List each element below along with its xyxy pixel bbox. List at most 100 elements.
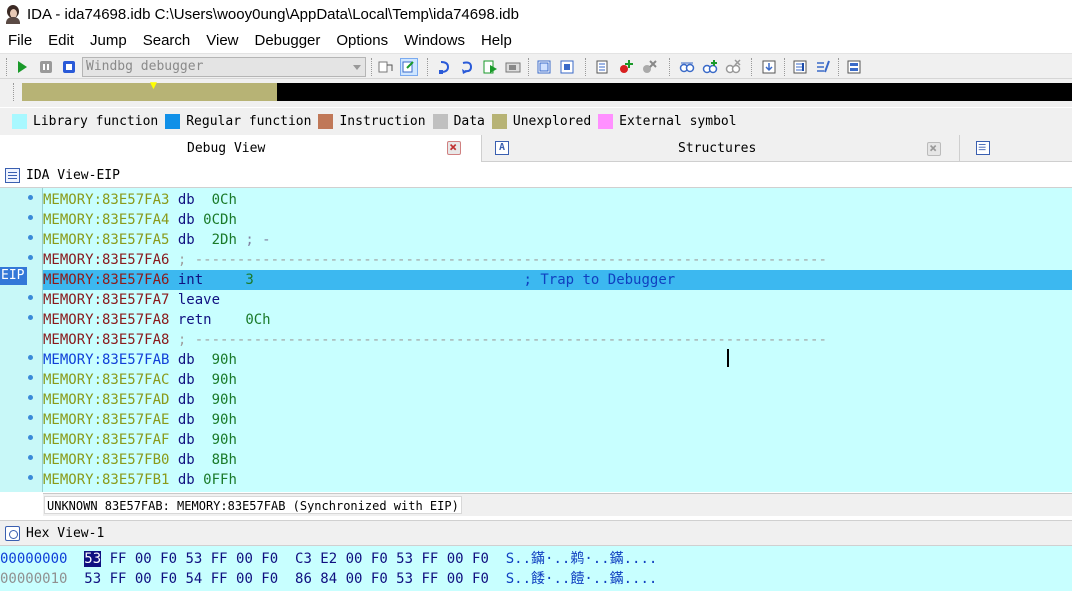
line-mnemonic: db [177,472,195,488]
line-operand: 90h [211,352,237,368]
toolbar-grip[interactable] [371,58,374,76]
line-marker [28,215,33,220]
hex-bytes[interactable]: FF 00 F0 53 FF 00 F0 C3 E2 00 F0 53 FF 0… [110,551,489,567]
hex-first-byte[interactable]: 53 [84,571,101,587]
hex-row[interactable]: 00000010 53 FF 00 F0 54 FF 00 F0 86 84 0… [0,569,657,589]
hex-bytes[interactable]: FF 00 F0 54 FF 00 F0 86 84 00 F0 53 FF 0… [110,571,489,587]
chevron-down-icon [353,65,361,70]
tracing-window-icon[interactable] [760,58,778,76]
legend-label: Instruction [339,114,426,129]
line-marker [28,235,33,240]
menu-debugger[interactable]: Debugger [247,28,329,53]
text-cursor [727,349,729,367]
toolbar-grip[interactable] [6,58,9,76]
legend-instruction: Instruction [318,114,426,129]
line-mnemonic: db [177,372,195,388]
menu-jump[interactable]: Jump [82,28,135,53]
line-address: MEMORY:83E57FB1 [43,472,170,488]
menu-view[interactable]: View [198,28,246,53]
listing-line[interactable]: MEMORY:83E57FAE db 90h [43,410,1072,430]
debugger-select[interactable]: Windbg debugger [82,57,366,77]
tab-debug-view[interactable]: Debug View [0,135,482,162]
toolbar-grip[interactable] [669,58,672,76]
navigator-empty-segment[interactable] [277,83,1072,101]
line-address: MEMORY:83E57FA5 [43,232,170,248]
step-into-icon[interactable] [377,58,395,76]
close-icon[interactable] [927,142,941,156]
tab-extra[interactable] [960,135,1072,162]
menu-edit[interactable]: Edit [40,28,82,53]
hex-ascii[interactable]: S..鏋·..鹈·..鏋.... [506,551,658,567]
hex-selected-byte[interactable]: 53 [84,551,102,567]
listing-line[interactable]: MEMORY:83E57FAF db 90h [43,430,1072,450]
breakpoint-list-icon[interactable] [504,58,522,76]
disassembly-gutter[interactable] [0,188,43,492]
stack-trace-icon[interactable] [845,58,863,76]
disassembly-status-line: UNKNOWN 83E57FAB: MEMORY:83E57FAB (Synch… [43,493,1072,516]
line-operand: 90h [211,432,237,448]
listing-line[interactable]: MEMORY:83E57FAD db 90h [43,390,1072,410]
listing-line[interactable]: MEMORY:83E57FA6 ; ----------------------… [43,250,1072,270]
trace-options-icon[interactable] [814,58,832,76]
line-marker [28,195,33,200]
tab-structures[interactable]: A Structures [482,135,960,162]
listing-line[interactable]: MEMORY:83E57FA4 db 0CDh [43,210,1072,230]
listing-line[interactable]: MEMORY:83E57FAC db 90h [43,370,1072,390]
toolbar-grip[interactable] [784,58,787,76]
legend-label: Data [453,114,485,129]
hex-row[interactable]: 00000000 53 FF 00 F0 53 FF 00 F0 C3 E2 0… [0,549,657,569]
listing-line[interactable]: MEMORY:83E57FA8 ; ----------------------… [43,330,1072,350]
delete-watch-icon[interactable] [640,58,658,76]
toolbar-grip[interactable] [838,58,841,76]
show-registers-icon[interactable] [481,58,499,76]
toolbar-grip[interactable] [585,58,588,76]
pause-icon[interactable] [37,58,55,76]
disassembly-listing[interactable]: MEMORY:83E57FA3 db 0Ch MEMORY:83E57FA4 d… [43,188,1072,492]
toolbar-grip[interactable] [427,58,430,76]
listing-line[interactable]: MEMORY:83E57FAB db 90h [43,350,1072,370]
listing-line[interactable]: MEMORY:83E57FA7 leave [43,290,1072,310]
legend-external-symbol: External symbol [598,114,737,129]
trace-icon[interactable] [701,58,719,76]
stop-icon[interactable] [60,58,78,76]
menu-help[interactable]: Help [473,28,520,53]
toolbar-grip[interactable] [528,58,531,76]
hex-ascii[interactable]: S..餧·..饐·..鏋.... [506,571,658,587]
debug-toolbar: Windbg debugger [0,53,1072,79]
listing-line[interactable]: MEMORY:83E57FA8 retn 0Ch [43,310,1072,330]
line-mnemonic: db [177,352,195,368]
function-trace-icon[interactable] [724,58,742,76]
menu-search[interactable]: Search [135,28,199,53]
delete-breakpoint-icon[interactable] [558,58,576,76]
close-icon[interactable] [447,141,461,155]
line-operand: 0Ch [245,312,271,328]
menu-file[interactable]: File [0,28,40,53]
legend-regular-function: Regular function [165,114,311,129]
add-watch-icon[interactable] [617,58,635,76]
step-over-icon[interactable] [400,58,418,76]
listing-line-current[interactable]: MEMORY:83E57FA6 int 3 ; Trap to Debugger [43,270,1072,290]
listing-line[interactable]: MEMORY:83E57FA3 db 0Ch [43,190,1072,210]
list-view-icon[interactable] [791,58,809,76]
add-breakpoint-icon[interactable] [535,58,553,76]
watch-view-icon[interactable] [594,58,612,76]
menu-options[interactable]: Options [328,28,396,53]
line-mnemonic: db [177,452,195,468]
listing-line[interactable]: MEMORY:83E57FB0 db 8Bh [43,450,1072,470]
line-marker [28,255,33,260]
hex-view-icon [5,525,20,541]
jump-icon[interactable] [678,58,696,76]
menu-windows[interactable]: Windows [396,28,473,53]
color-legend: Library function Regular function Instru… [0,108,1072,135]
line-address: MEMORY:83E57FAC [43,372,170,388]
listing-line[interactable]: MEMORY:83E57FA5 db 2Dh ; - [43,230,1072,250]
run-to-cursor-icon[interactable] [458,58,476,76]
line-address: MEMORY:83E57FA4 [43,212,170,228]
start-process-icon[interactable] [13,58,31,76]
toolbar-grip[interactable] [751,58,754,76]
navigator-grip[interactable] [13,83,16,101]
hex-view[interactable]: 00000000 53 FF 00 F0 53 FF 00 F0 C3 E2 0… [0,546,1072,591]
run-to-return-icon[interactable] [435,58,453,76]
listing-line[interactable]: MEMORY:83E57FB1 db 0FFh [43,470,1072,490]
line-mnemonic: db [177,412,195,428]
